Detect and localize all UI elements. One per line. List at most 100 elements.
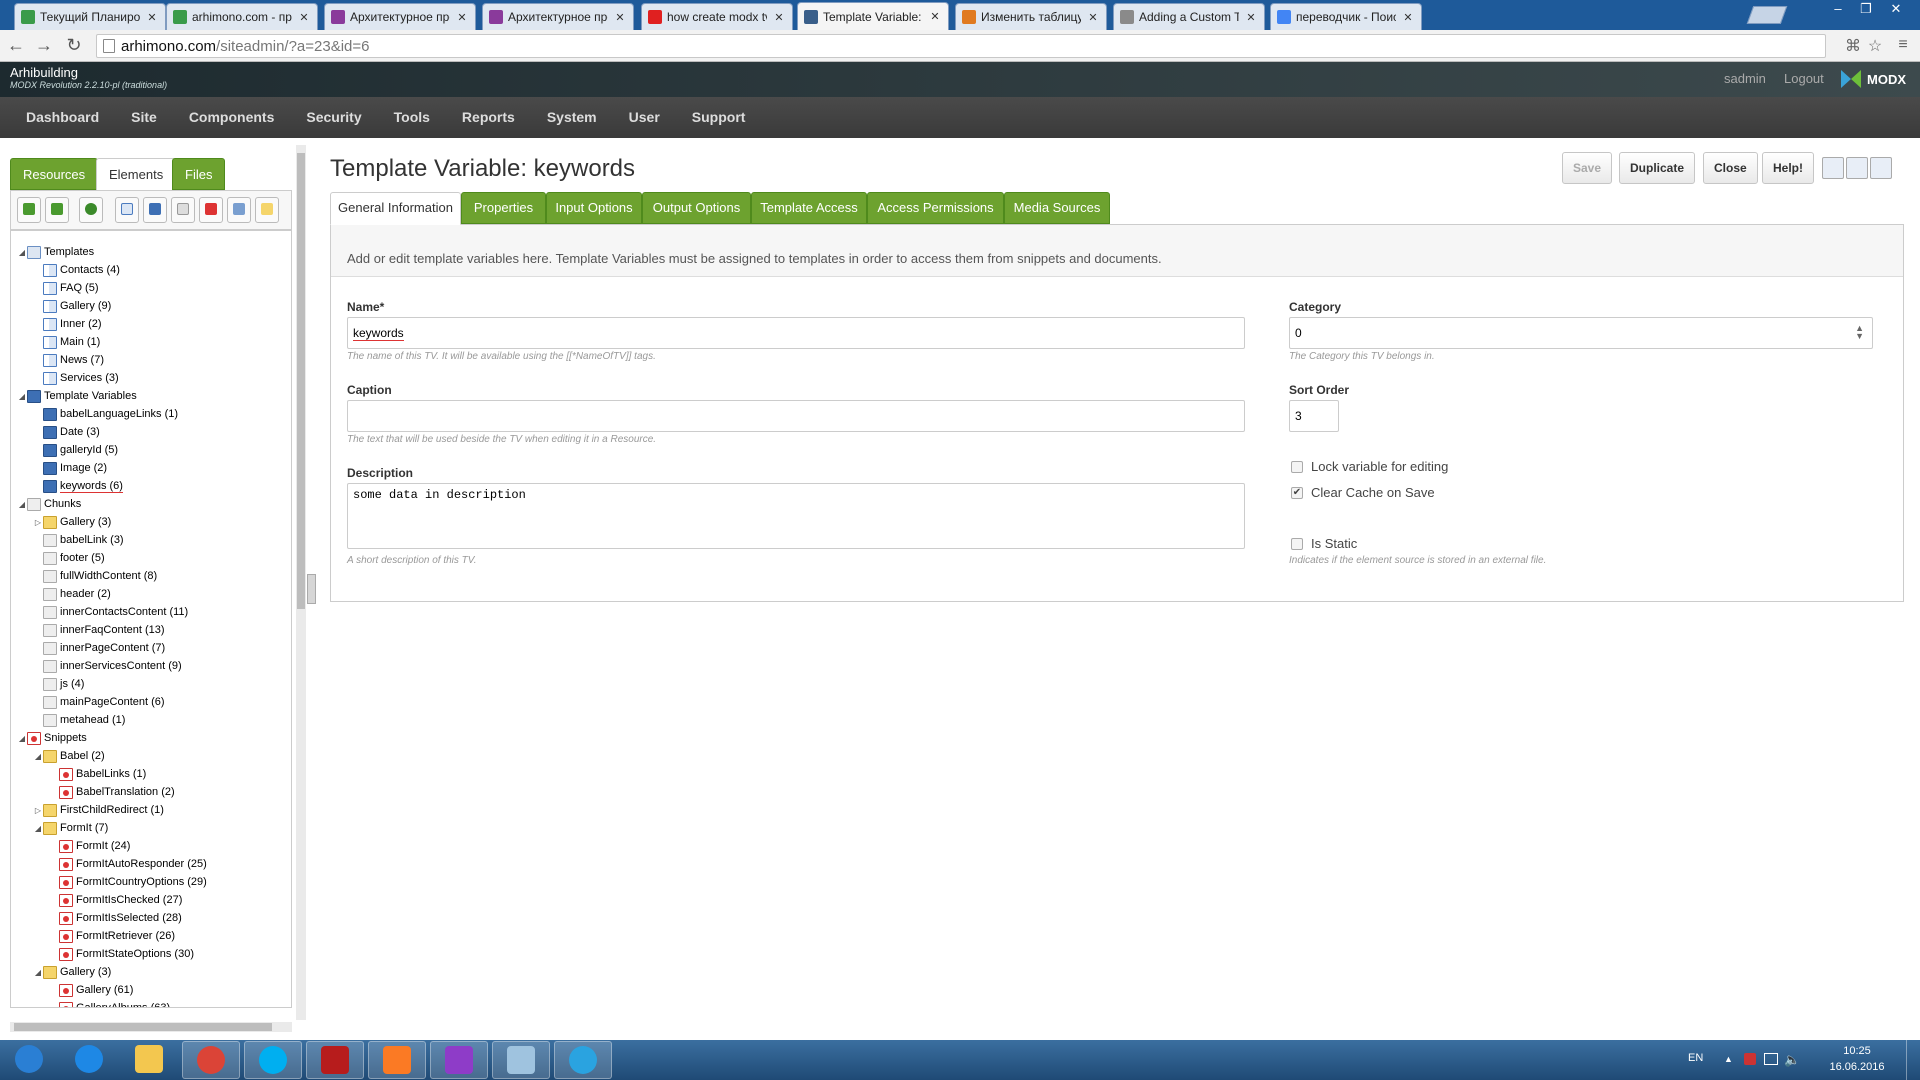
tree-node[interactable]: innerFaqContent (13): [33, 621, 165, 639]
tree-node[interactable]: babelLink (3): [33, 531, 124, 549]
tree-node[interactable]: GalleryAlbums (63): [49, 999, 170, 1007]
tree-node[interactable]: ◢ Gallery (3): [33, 963, 111, 981]
tree-node[interactable]: footer (5): [33, 549, 105, 567]
left-panel-scrollbar[interactable]: [296, 145, 306, 1020]
refresh-button[interactable]: [79, 197, 103, 223]
tab-files[interactable]: Files: [172, 158, 226, 190]
expander-icon[interactable]: ◢: [33, 824, 43, 833]
layout-left-icon[interactable]: [1822, 157, 1844, 179]
tree-node[interactable]: Image (2): [33, 459, 107, 477]
taskbar-start-button[interactable]: [0, 1041, 58, 1079]
browser-tab[interactable]: how create modx tv input ✕: [641, 3, 793, 30]
tab-elements[interactable]: Elements: [96, 158, 177, 191]
new-template-button[interactable]: [115, 197, 139, 223]
expander-icon[interactable]: ◢: [17, 248, 27, 257]
save-button[interactable]: Save: [1562, 152, 1613, 184]
reload-icon[interactable]: ↻: [64, 36, 84, 56]
tab-close-icon[interactable]: ✕: [928, 10, 942, 23]
tab-close-icon[interactable]: ✕: [145, 11, 159, 24]
tree-node[interactable]: header (2): [33, 585, 111, 603]
tree-node[interactable]: innerPageContent (7): [33, 639, 165, 657]
logout-link[interactable]: Logout: [1784, 71, 1824, 86]
tree-node[interactable]: Main (1): [33, 333, 100, 351]
taskbar-explorer-button[interactable]: [120, 1041, 178, 1079]
expander-icon[interactable]: ◢: [33, 752, 43, 761]
caption-field[interactable]: [347, 400, 1245, 432]
minimize-icon[interactable]: –: [1824, 0, 1852, 20]
checkbox-box[interactable]: [1291, 537, 1303, 550]
browser-tab[interactable]: Adding a Custom TV Inpu ✕: [1113, 3, 1265, 30]
menu-system[interactable]: System: [531, 97, 613, 138]
tree-node[interactable]: metahead (1): [33, 711, 125, 729]
duplicate-button[interactable]: Duplicate: [1619, 152, 1696, 184]
new-tab-button[interactable]: [1746, 6, 1788, 24]
tree-node[interactable]: FormItIsChecked (27): [49, 891, 182, 909]
category-select[interactable]: 0 ▲ ▼: [1289, 317, 1873, 349]
tab-close-icon[interactable]: ✕: [772, 11, 786, 24]
tree-node[interactable]: FormIt (24): [49, 837, 130, 855]
tree-node[interactable]: Date (3): [33, 423, 100, 441]
tab-close-icon[interactable]: ✕: [1401, 11, 1415, 24]
name-field[interactable]: keywords: [347, 317, 1245, 349]
close-window-icon[interactable]: ✕: [1882, 0, 1910, 20]
new-plugin-button[interactable]: [227, 197, 251, 223]
restore-icon[interactable]: ❐: [1852, 0, 1880, 20]
browser-tab[interactable]: Архитектурное проектир ✕: [482, 3, 634, 30]
tree-category[interactable]: ◢ Chunks: [17, 495, 81, 513]
show-desktop-button[interactable]: [1906, 1040, 1920, 1080]
tab-resources[interactable]: Resources: [10, 158, 99, 190]
tree-node[interactable]: FormItStateOptions (30): [49, 945, 194, 963]
menu-components[interactable]: Components: [173, 97, 291, 138]
tree-node[interactable]: ▷ FirstChildRedirect (1): [33, 801, 164, 819]
tab-close-icon[interactable]: ✕: [297, 11, 311, 24]
tab-general-information[interactable]: General Information: [330, 192, 461, 225]
menu-icon[interactable]: ≡: [1893, 36, 1913, 56]
tree-node[interactable]: Services (3): [33, 369, 119, 387]
tree-node[interactable]: FormItCountryOptions (29): [49, 873, 207, 891]
flag-icon[interactable]: [1744, 1053, 1756, 1065]
clear-cache-checkbox[interactable]: ✔ Clear Cache on Save: [1291, 485, 1435, 500]
expander-icon[interactable]: ▷: [33, 518, 43, 527]
tab-access-permissions[interactable]: Access Permissions: [867, 192, 1004, 224]
description-field[interactable]: some data in description: [347, 483, 1245, 549]
user-link[interactable]: sadmin: [1724, 71, 1766, 86]
collapse-all-button[interactable]: [45, 197, 69, 223]
taskbar-ie-button[interactable]: [60, 1041, 118, 1079]
tree-node[interactable]: BabelTranslation (2): [49, 783, 175, 801]
new-category-button[interactable]: [255, 197, 279, 223]
tree-node[interactable]: fullWidthContent (8): [33, 567, 157, 585]
menu-site[interactable]: Site: [115, 97, 173, 138]
tree-node[interactable]: ◢ Babel (2): [33, 747, 105, 765]
menu-tools[interactable]: Tools: [378, 97, 446, 138]
tree-category[interactable]: ◢ Template Variables: [17, 387, 137, 405]
tree-category[interactable]: ◢ Snippets: [17, 729, 87, 747]
tab-media-sources[interactable]: Media Sources: [1004, 192, 1110, 224]
new-snippet-button[interactable]: [199, 197, 223, 223]
layout-right-icon[interactable]: [1870, 157, 1892, 179]
site-name[interactable]: Arhibuilding: [10, 65, 78, 80]
language-indicator[interactable]: EN: [1688, 1052, 1703, 1064]
lock-checkbox[interactable]: Lock variable for editing: [1291, 459, 1448, 474]
tab-close-icon[interactable]: ✕: [613, 11, 627, 24]
back-icon[interactable]: ←: [6, 36, 26, 56]
close-button[interactable]: Close: [1703, 152, 1758, 184]
tree-horizontal-scrollbar[interactable]: [10, 1022, 292, 1032]
url-field[interactable]: arhimono.com/siteadmin/?a=23&id=6: [96, 34, 1826, 58]
is-static-checkbox[interactable]: Is Static: [1291, 536, 1357, 551]
taskbar-chrome-button[interactable]: [182, 1041, 240, 1079]
taskbar-phpstorm-button[interactable]: [430, 1041, 488, 1079]
tree-node[interactable]: mainPageContent (6): [33, 693, 165, 711]
tree-node[interactable]: ◢ FormIt (7): [33, 819, 108, 837]
tab-close-icon[interactable]: ✕: [1086, 11, 1100, 24]
tree-category[interactable]: ◢ Templates: [17, 243, 94, 261]
scrollbar-thumb[interactable]: [14, 1023, 272, 1031]
clock-date[interactable]: 16.06.2016: [1822, 1061, 1892, 1073]
tab-properties[interactable]: Properties: [461, 192, 546, 224]
browser-tab[interactable]: переводчик - Поиск в Go ✕: [1270, 3, 1422, 30]
sort-order-field[interactable]: 3: [1289, 400, 1339, 432]
tree-node[interactable]: Gallery (9): [33, 297, 111, 315]
network-icon[interactable]: [1764, 1053, 1778, 1065]
star-icon[interactable]: ☆: [1865, 36, 1885, 56]
tray-arrow-icon[interactable]: ▲: [1724, 1054, 1733, 1064]
expand-all-button[interactable]: [17, 197, 41, 223]
